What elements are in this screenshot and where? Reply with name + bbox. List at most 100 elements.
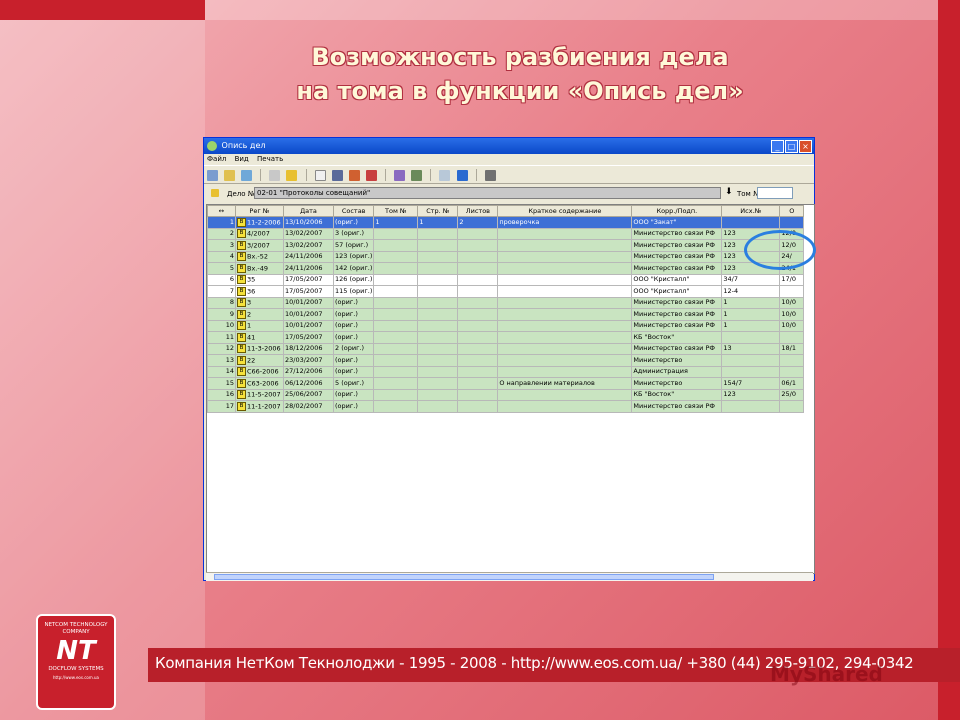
table-row[interactable]: 2 B 4/2007 13/02/2007 3 (ориг.) Министерство … bbox=[207, 227, 805, 240]
table-cell: (ориг.) bbox=[332, 216, 375, 229]
table-row[interactable]: 12 B 11-3-2006 18/12/2006 2 (ориг.) Министерс… bbox=[207, 342, 805, 355]
column-header-rownum[interactable]: ↔ bbox=[207, 205, 236, 217]
minimize-icon[interactable]: _ bbox=[771, 140, 784, 153]
company-logo: NETCOM TECHNOLOGY COMPANY NT DOCFLOW SYS… bbox=[36, 614, 116, 710]
sort-icon[interactable] bbox=[411, 170, 423, 181]
properties-icon[interactable] bbox=[207, 170, 218, 181]
row-number: 9 bbox=[207, 308, 236, 321]
horizontal-scrollbar[interactable] bbox=[206, 572, 813, 581]
filter-icon[interactable] bbox=[394, 170, 406, 181]
table-row[interactable]: 17 B 11-1-2007 28/02/2007 (ориг.) Министерств… bbox=[207, 400, 805, 413]
page-icon[interactable] bbox=[314, 170, 326, 181]
menu-print[interactable]: Печать bbox=[257, 155, 283, 163]
table-header: ↔ Рег № Дата Состав Том № Стр. № Листов … bbox=[207, 205, 805, 217]
column-header[interactable]: Дата bbox=[283, 205, 334, 217]
table-row[interactable]: 16 B 11-5-2007 25/06/2007 (ориг.) КБ "Восток"… bbox=[207, 388, 805, 401]
table-row[interactable]: 6 B 35 17/05/2007 126 (ориг.) ООО "Кристалл" 3… bbox=[207, 273, 805, 286]
column-header[interactable]: Стр. № bbox=[417, 205, 459, 217]
download-icon[interactable]: ⬇ bbox=[725, 187, 733, 197]
empty-cell bbox=[374, 497, 418, 508]
lock-icon[interactable] bbox=[286, 170, 298, 181]
column-header[interactable]: Листов bbox=[457, 205, 499, 217]
document-icon[interactable] bbox=[224, 170, 236, 181]
remove-icon[interactable] bbox=[365, 170, 377, 181]
scrollbar-thumb[interactable] bbox=[214, 574, 714, 580]
table-row[interactable]: 10 B 1 10/01/2007 (ориг.) Министерство связи … bbox=[207, 319, 805, 332]
table-cell: B 35 bbox=[235, 273, 284, 286]
column-header[interactable]: О bbox=[779, 205, 805, 217]
table-row[interactable]: 9 B 2 10/01/2007 (ориг.) Министерство связи Р… bbox=[207, 308, 805, 321]
column-header[interactable]: Рег № bbox=[235, 205, 284, 217]
empty-cell bbox=[498, 412, 632, 423]
table-row[interactable]: 15 B С63-2006 06/12/2006 5 (ориг.) О направле… bbox=[207, 377, 805, 390]
column-header[interactable]: Корр./Подп. bbox=[631, 205, 723, 217]
table-row[interactable]: 3 B 3/2007 13/02/2007 57 (ориг.) Министерство… bbox=[207, 239, 805, 252]
arrow-down-icon[interactable] bbox=[456, 170, 468, 181]
maximize-icon[interactable]: □ bbox=[785, 140, 798, 153]
menu-view[interactable]: Вид bbox=[235, 155, 249, 163]
tom-stepper[interactable] bbox=[757, 187, 793, 199]
column-header[interactable]: Исх.№ bbox=[721, 205, 781, 217]
table-row[interactable]: 5 B Вх.-49 24/11/2006 142 (ориг.) Министерств… bbox=[207, 262, 805, 275]
empty-cell bbox=[498, 518, 632, 529]
empty-cell bbox=[334, 455, 374, 466]
table-cell: B 11-1-2007 bbox=[235, 400, 284, 413]
table-row[interactable]: 13 B 22 23/03/2007 (ориг.) Министерство bbox=[207, 354, 805, 367]
empty-cell bbox=[780, 444, 804, 455]
table-cell: B С63-2006 bbox=[235, 377, 284, 390]
empty-cell bbox=[236, 434, 284, 445]
delete-icon[interactable] bbox=[348, 170, 360, 181]
table-cell: 25/0 bbox=[779, 388, 805, 401]
table-row[interactable]: 8 B 3 10/01/2007 (ориг.) Министерство связи Р… bbox=[207, 296, 805, 309]
table-cell bbox=[497, 273, 633, 286]
table-cell: Министерство связи РФ bbox=[631, 400, 723, 413]
empty-cell bbox=[374, 549, 418, 560]
document-type-icon: B bbox=[237, 229, 246, 238]
empty-cell bbox=[458, 549, 498, 560]
table-row[interactable]: 1 B 11-2-2006 13/10/2006 (ориг.) 1 1 2 проверочк… bbox=[207, 216, 805, 229]
table-cell: B 11-3-2006 bbox=[235, 342, 284, 355]
print-icon[interactable] bbox=[484, 170, 496, 181]
empty-cell bbox=[374, 465, 418, 476]
lock-gray-icon[interactable] bbox=[269, 170, 281, 181]
table-cell: Администрация bbox=[631, 365, 723, 378]
table-cell bbox=[457, 273, 499, 286]
delo-field[interactable]: 02-01 "Протоколы совещаний" bbox=[254, 187, 721, 199]
column-header[interactable]: Состав bbox=[332, 205, 375, 217]
document-type-icon: B bbox=[237, 355, 246, 365]
menu-file[interactable]: Файл bbox=[207, 155, 226, 163]
table-cell bbox=[417, 308, 459, 321]
table-cell bbox=[457, 308, 499, 321]
edit-icon[interactable] bbox=[241, 170, 253, 181]
arrow-up-icon[interactable] bbox=[439, 170, 451, 181]
table-row[interactable]: 14 B С66-2006 27/12/2006 (ориг.) Администраци… bbox=[207, 365, 805, 378]
row-number: 2 bbox=[207, 227, 236, 240]
delo-bar: Дело №: 02-01 "Протоколы совещаний" ⬇ То… bbox=[204, 184, 814, 202]
empty-cell bbox=[284, 412, 334, 423]
empty-cell bbox=[498, 549, 632, 560]
table-cell bbox=[721, 331, 781, 344]
table-cell bbox=[373, 319, 419, 332]
table-row[interactable]: 4 B Вх.-52 24/11/2006 123 (ориг.) Министерств… bbox=[207, 250, 805, 263]
table-row[interactable]: 11 B 41 17/05/2007 (ориг.) КБ "Восток" bbox=[207, 331, 805, 344]
column-header[interactable]: Том № bbox=[373, 205, 419, 217]
reg-number: 11-5-2007 bbox=[247, 390, 281, 399]
table-row[interactable]: 7 B 36 17/05/2007 115 (ориг.) ООО "Кристалл" 1… bbox=[207, 285, 805, 298]
table-cell bbox=[457, 296, 499, 309]
table-cell: B2 bbox=[235, 308, 284, 321]
empty-cell bbox=[458, 465, 498, 476]
table-cell bbox=[373, 250, 419, 263]
document-type-icon: B bbox=[237, 275, 246, 284]
column-header[interactable]: Краткое содержание bbox=[497, 205, 633, 217]
table-cell: Министерство связи РФ bbox=[631, 250, 723, 263]
table-cell bbox=[497, 365, 633, 378]
table-cell: 10/0 bbox=[779, 319, 805, 332]
window-titlebar[interactable]: Опись дел _ □ × bbox=[204, 138, 814, 154]
close-icon[interactable]: × bbox=[799, 140, 812, 153]
row-number: 6 bbox=[207, 273, 236, 286]
empty-cell bbox=[334, 549, 374, 560]
empty-cell bbox=[374, 518, 418, 529]
logo-url: http://www.eos.com.ua bbox=[52, 675, 100, 680]
find-icon[interactable] bbox=[331, 170, 343, 181]
empty-cell bbox=[722, 539, 780, 550]
